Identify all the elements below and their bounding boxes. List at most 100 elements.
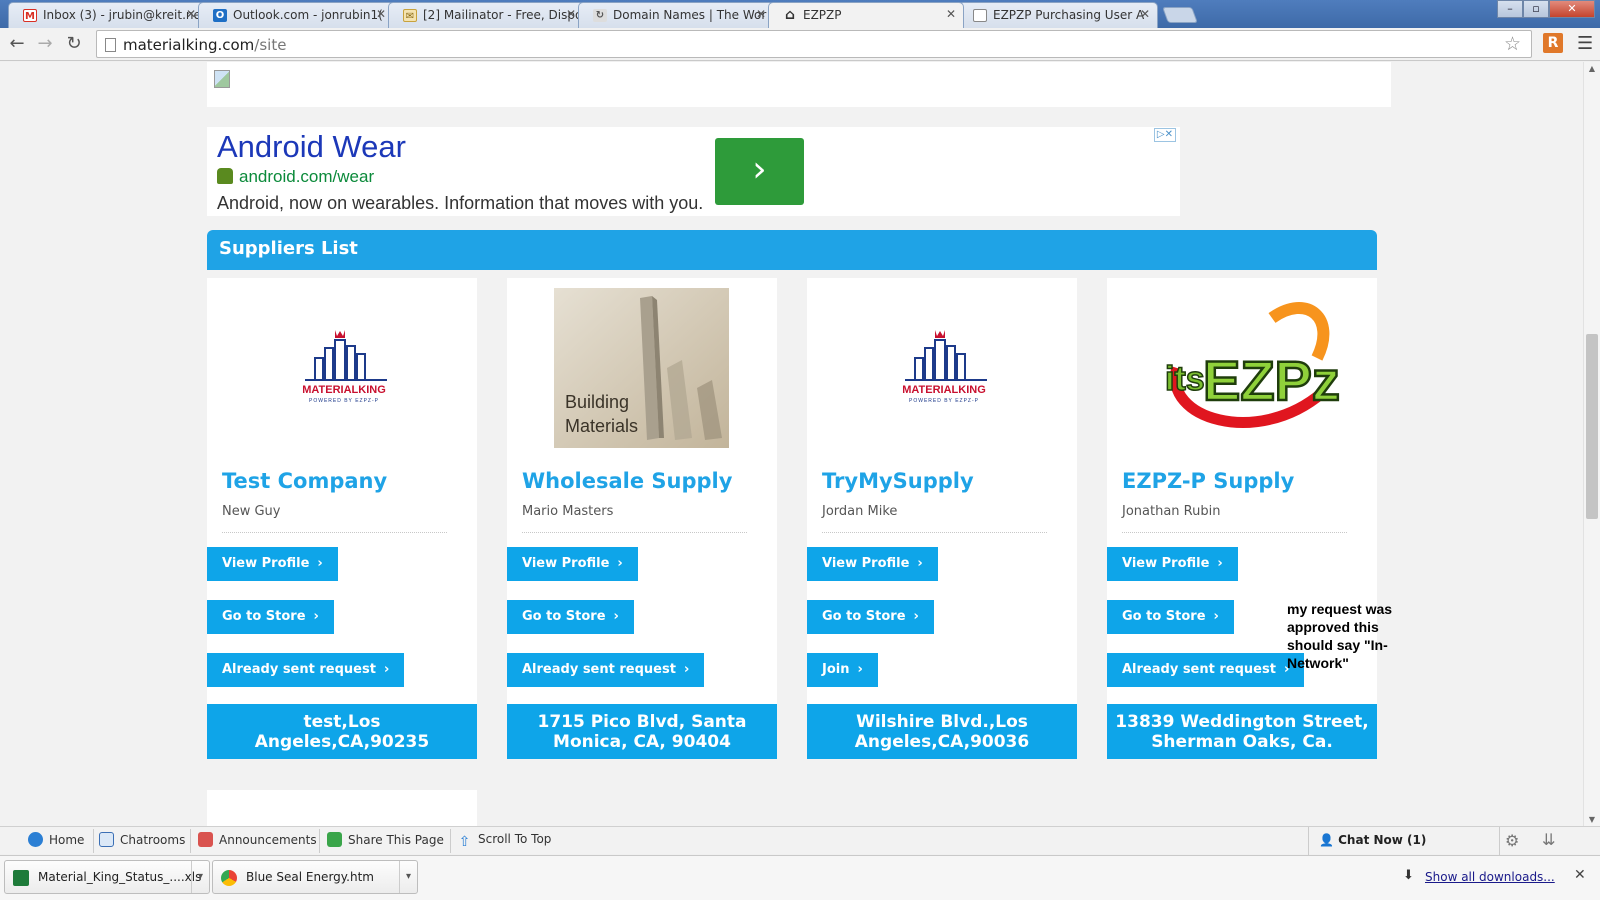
contact-name: Jordan Mike [822,504,898,519]
ad-description: Android, now on wearables. Information t… [217,193,704,213]
company-name[interactable]: Wholesale Supply [522,469,732,493]
scroll-up-arrow-icon[interactable]: ▲ [1584,64,1600,73]
chrome-menu-icon[interactable]: ☰ [1577,33,1593,54]
scroll-top-label: Scroll To Top [478,832,552,846]
tab-title: EZPZP Purchasing User A [993,8,1145,22]
chevron-right-icon: › [752,149,767,190]
tab-close-icon[interactable]: ✕ [756,7,766,21]
close-icon[interactable]: ✕ [1574,867,1586,883]
ad-banner[interactable]: Android Wear android.com/wear Android, n… [207,127,1180,216]
broken-image-icon [214,70,230,88]
logo-text: EZPz [1203,349,1340,412]
ad-choices-icon[interactable]: ▷✕ [1153,128,1176,142]
tab-domain-names[interactable]: ↻ Domain Names | The Wor ✕ [578,2,774,28]
button-label: Already sent request [522,662,676,677]
go-to-store-button[interactable]: Go to Store › [807,600,934,634]
materialking-logo: MATERIALKING POWERED BY EZPZ-P [807,288,1077,448]
tab-ezpzp[interactable]: ⌂ EZPZP ✕ [768,2,964,28]
view-profile-button[interactable]: View Profile › [807,547,938,581]
supplier-card: its EZPz EZPZ-P Supply Jonathan Rubin Vi… [1107,278,1377,759]
download-item[interactable]: Material_King_Status_....xls ▾ [4,860,210,894]
dropdown-arrow-icon[interactable]: ▾ [191,861,209,893]
button-label: Already sent request [1122,662,1276,677]
chevron-right-icon: › [857,662,863,677]
company-name[interactable]: Test Company [222,469,387,493]
gear-icon[interactable]: ⚙ [1505,831,1519,850]
chat-now-label: Chat Now (1) [1338,833,1427,847]
ad-title[interactable]: Android Wear [217,129,406,165]
go-to-store-button[interactable]: Go to Store › [1107,600,1234,634]
button-label: View Profile [1122,556,1210,571]
maximize-button[interactable]: ▫ [1523,0,1549,18]
divider [93,829,94,853]
tab-close-icon[interactable]: ✕ [186,7,196,21]
address-bar[interactable]: materialking.com/site ☆ [96,30,1532,58]
divider [319,829,320,853]
forward-arrow-icon[interactable]: → [32,31,58,57]
chevron-right-icon: › [1213,609,1219,624]
minimize-button[interactable]: – [1497,0,1523,18]
view-profile-button[interactable]: View Profile › [507,547,638,581]
request-status-button[interactable]: Already sent request › [1107,653,1305,687]
scroll-to-top-link[interactable]: ⇧ Scroll To Top [457,832,552,850]
new-tab-button[interactable] [1162,7,1198,23]
tab-close-icon[interactable]: ✕ [566,7,576,21]
chatrooms-link[interactable]: Chatrooms [99,832,185,847]
divider [522,532,747,533]
page-viewport: Android Wear android.com/wear Android, n… [0,62,1583,826]
dropdown-arrow-icon[interactable]: ▾ [399,861,417,893]
bookmark-star-icon[interactable]: ☆ [1504,33,1521,55]
divider [190,829,191,853]
announcements-link[interactable]: Announcements [198,832,317,847]
suppliers-list-header: Suppliers List [207,230,1377,270]
divider [222,532,447,533]
outlook-icon: O [213,9,227,22]
tab-close-icon[interactable]: ✕ [376,7,386,21]
tab-gmail[interactable]: M Inbox (3) - jrubin@kreit.ne ✕ [8,2,204,28]
request-status-button[interactable]: Already sent request › [207,653,405,687]
tab-ezpzp-purchasing[interactable]: EZPZP Purchasing User A ✕ [958,2,1158,28]
megaphone-icon [198,832,213,847]
ad-url[interactable]: android.com/wear [217,167,374,187]
scrollbar-thumb[interactable] [1586,334,1598,519]
contact-name: Jonathan Rubin [1122,504,1221,519]
share-page-link[interactable]: Share This Page [327,832,444,847]
show-all-downloads-link[interactable]: Show all downloads... [1425,870,1555,884]
ad-arrow-button[interactable]: › [715,138,804,205]
extension-r-icon[interactable]: R [1543,33,1563,53]
button-label: Go to Store [222,609,306,624]
scroll-down-arrow-icon[interactable]: ▼ [1584,815,1600,824]
chevron-right-icon: › [683,662,690,677]
view-profile-button[interactable]: View Profile › [207,547,338,581]
company-name[interactable]: TryMySupply [822,469,974,493]
logo-text: its [1165,360,1205,398]
close-window-button[interactable]: ✕ [1549,0,1595,18]
page-icon [105,38,116,52]
contact-name: Mario Masters [522,504,614,519]
tab-close-icon[interactable]: ✕ [946,7,956,21]
go-to-store-button[interactable]: Go to Store › [507,600,634,634]
logo-tagline: POWERED BY EZPZ-P [909,398,979,404]
vertical-scrollbar[interactable]: ▲ ▼ [1583,62,1600,826]
chat-now-button[interactable]: 👤 Chat Now (1) [1308,827,1500,855]
collapse-down-icon[interactable]: ⇊ [1542,830,1555,849]
reload-icon[interactable]: ↻ [61,31,87,57]
company-name[interactable]: EZPZ-P Supply [1122,469,1294,493]
go-to-store-button[interactable]: Go to Store › [207,600,334,634]
logo-text: MATERIALKING [902,384,986,396]
share-label: Share This Page [348,833,444,847]
tab-title: Inbox (3) - jrubin@kreit.ne [43,8,201,22]
request-status-button[interactable]: Already sent request › [507,653,705,687]
home-link[interactable]: Home [28,832,84,847]
site-bottom-bar: Home Chatrooms Announcements Share This … [0,826,1600,855]
join-button[interactable]: Join › [807,653,878,687]
building-materials-image: Building Materials [507,288,777,448]
download-item[interactable]: Blue Seal Energy.htm ▾ [212,860,418,894]
view-profile-button[interactable]: View Profile › [1107,547,1238,581]
tab-mailinator[interactable]: ✉ [2] Mailinator - Free, Dispo ✕ [388,2,584,28]
page-icon [973,9,987,22]
back-arrow-icon[interactable]: ← [4,31,30,57]
tab-outlook[interactable]: O Outlook.com - jonrubin1( ✕ [198,2,394,28]
tab-close-icon[interactable]: ✕ [1140,7,1150,21]
supplier-address: 1715 Pico Blvd, Santa Monica, CA, 90404 [507,704,777,759]
